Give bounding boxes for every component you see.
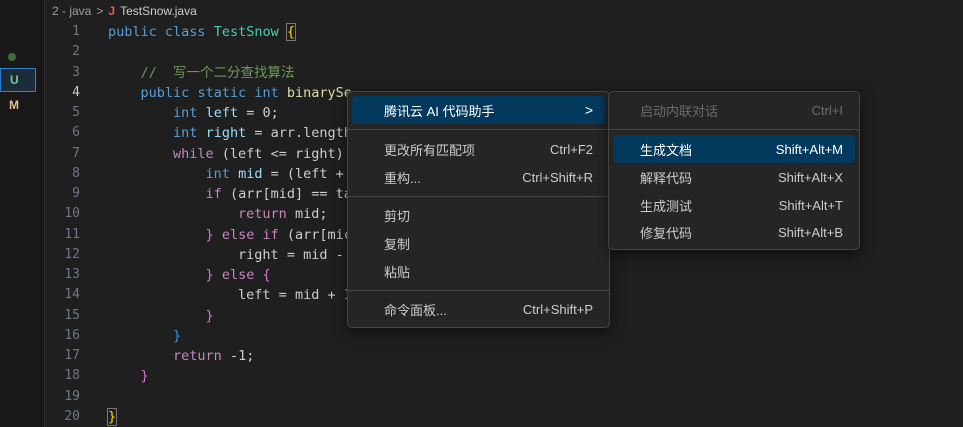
menu-item-generate-docs[interactable]: 生成文档 Shift+Alt+M bbox=[613, 135, 855, 163]
line-number: 9 bbox=[72, 186, 80, 201]
menu-item-copy[interactable]: 复制 bbox=[352, 229, 605, 257]
menu-item-change-all-occurrences[interactable]: 更改所有匹配项 Ctrl+F2 bbox=[352, 135, 605, 163]
code-line[interactable]: } bbox=[106, 407, 958, 427]
code-line[interactable]: } bbox=[108, 366, 958, 386]
breadcrumb-separator-icon: > bbox=[96, 4, 104, 18]
line-number: 4 bbox=[72, 84, 80, 100]
menu-item-tencent-ai[interactable]: 腾讯云 AI 代码助手 > bbox=[352, 96, 605, 124]
menu-divider bbox=[348, 129, 609, 130]
line-number: 13 bbox=[64, 267, 80, 282]
context-menu: 腾讯云 AI 代码助手 > 更改所有匹配项 Ctrl+F2 重构... Ctrl… bbox=[347, 91, 610, 328]
code-line[interactable] bbox=[108, 387, 958, 407]
menu-divider bbox=[609, 129, 859, 130]
java-file-icon: J bbox=[108, 4, 116, 18]
line-number: 19 bbox=[64, 388, 80, 404]
line-number: 20 bbox=[64, 408, 80, 424]
menu-item-explain-code[interactable]: 解释代码 Shift+Alt+X bbox=[613, 163, 855, 191]
code-line[interactable]: public class TestSnow { bbox=[108, 22, 958, 42]
line-number: 6 bbox=[72, 125, 80, 141]
line-number: 3 bbox=[72, 64, 80, 80]
line-number: 16 bbox=[64, 327, 80, 343]
code-line[interactable]: return -1; bbox=[108, 346, 958, 366]
shortcut: Ctrl+F2 bbox=[550, 141, 593, 157]
menu-item-start-inline-chat[interactable]: 启动内联对话 Ctrl+I bbox=[613, 96, 855, 124]
menu-item-refactor[interactable]: 重构... Ctrl+Shift+R bbox=[352, 163, 605, 191]
line-number: 8 bbox=[72, 165, 80, 181]
ai-assistant-submenu: 启动内联对话 Ctrl+I 生成文档 Shift+Alt+M 解释代码 Shif… bbox=[608, 91, 860, 250]
breadcrumb-file[interactable]: TestSnow.java bbox=[120, 4, 197, 18]
breadcrumb-folder[interactable]: 2 - java bbox=[52, 4, 91, 18]
untracked-file-indicator[interactable]: U bbox=[0, 68, 36, 92]
line-number: 15 bbox=[64, 307, 80, 323]
code-line[interactable]: // 写一个二分查找算法 bbox=[108, 63, 958, 83]
line-number: 1 bbox=[72, 24, 80, 39]
shortcut: Ctrl+I bbox=[811, 102, 843, 118]
shortcut: Shift+Alt+X bbox=[777, 169, 843, 185]
line-number: 18 bbox=[64, 368, 80, 384]
menu-item-command-palette[interactable]: 命令面板... Ctrl+Shift+P bbox=[352, 295, 605, 323]
line-number: 14 bbox=[64, 287, 80, 303]
line-number: 2 bbox=[72, 44, 80, 60]
modified-letter: M bbox=[9, 98, 19, 112]
line-number: 12 bbox=[64, 246, 80, 262]
untracked-letter: U bbox=[10, 73, 19, 87]
line-number: 7 bbox=[72, 145, 80, 161]
line-numbers: 1 2 3 4 5 6 7 8 9 10 11 12 13 14 15 16 1… bbox=[44, 22, 80, 427]
git-status-dot-icon bbox=[8, 53, 16, 61]
code-line[interactable] bbox=[108, 42, 958, 62]
shortcut: Ctrl+Shift+R bbox=[522, 169, 593, 185]
line-number: 5 bbox=[72, 105, 80, 120]
shortcut: Shift+Alt+M bbox=[775, 141, 843, 157]
menu-divider bbox=[348, 196, 609, 197]
code-line[interactable]: } bbox=[108, 326, 958, 346]
chevron-right-icon: > bbox=[584, 102, 593, 118]
menu-divider bbox=[348, 290, 609, 291]
shortcut: Ctrl+Shift+P bbox=[522, 301, 593, 317]
shortcut: Shift+Alt+T bbox=[778, 197, 843, 213]
menu-item-fix-code[interactable]: 修复代码 Shift+Alt+B bbox=[613, 218, 855, 246]
menu-item-paste[interactable]: 粘贴 bbox=[352, 257, 605, 285]
breadcrumb: 2 - java > J TestSnow.java bbox=[52, 3, 197, 19]
shortcut: Shift+Alt+B bbox=[777, 224, 843, 240]
line-number: 10 bbox=[64, 206, 80, 222]
menu-item-generate-tests[interactable]: 生成测试 Shift+Alt+T bbox=[613, 191, 855, 219]
menu-item-cut[interactable]: 剪切 bbox=[352, 201, 605, 229]
line-number: 17 bbox=[64, 348, 80, 363]
scm-gutter: U M bbox=[0, 0, 45, 427]
line-number: 11 bbox=[64, 226, 80, 242]
